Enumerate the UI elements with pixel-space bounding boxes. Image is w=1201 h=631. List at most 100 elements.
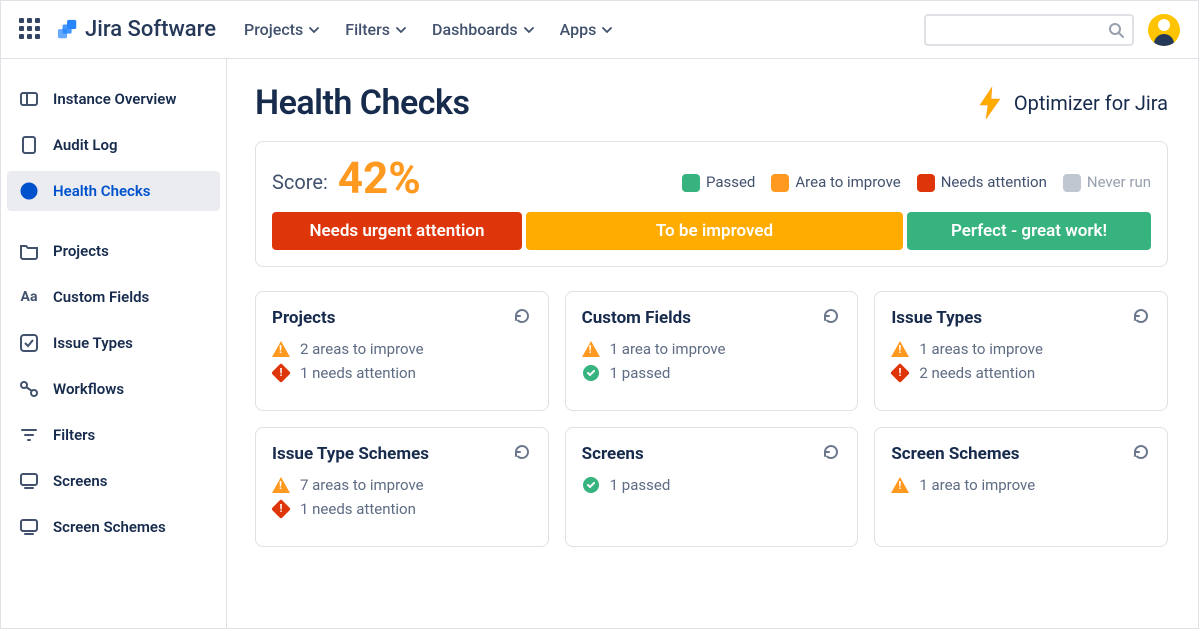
sidebar-item-instance-overview[interactable]: Instance Overview — [7, 79, 220, 119]
document-icon — [19, 135, 39, 155]
chevron-down-icon — [396, 25, 406, 35]
avatar[interactable] — [1148, 14, 1180, 46]
sidebar-item-label: Instance Overview — [53, 90, 176, 108]
optimizer-text: Optimizer for Jira — [1014, 91, 1168, 115]
nav-label: Projects — [244, 20, 303, 39]
stat-text: 1 area to improve — [919, 476, 1035, 494]
stat-text: 2 areas to improve — [300, 340, 424, 358]
text-icon: Aa — [19, 287, 39, 307]
nav-item-dashboards[interactable]: Dashboards — [432, 20, 534, 39]
sidebar-item-label: Issue Types — [53, 334, 133, 352]
refresh-icon[interactable] — [821, 306, 841, 330]
score-label: Score: — [272, 170, 328, 200]
legend-attention: Needs attention — [917, 173, 1047, 192]
sidebar-item-screen-schemes[interactable]: Screen Schemes — [7, 507, 220, 547]
refresh-icon[interactable] — [821, 442, 841, 466]
stat-text: 1 area to improve — [610, 340, 726, 358]
alert-icon — [272, 364, 290, 382]
card-issue-type-schemes[interactable]: Issue Type Schemes 7 areas to improve 1 … — [255, 427, 549, 547]
plus-circle-icon — [19, 181, 39, 201]
sidebar-item-label: Audit Log — [53, 136, 118, 154]
search-input[interactable] — [924, 14, 1134, 46]
folder-icon — [19, 241, 39, 261]
nav-label: Apps — [560, 20, 597, 39]
sidebar-item-projects[interactable]: Projects — [7, 231, 220, 271]
page-title: Health Checks — [255, 83, 469, 123]
sidebar-item-label: Projects — [53, 242, 109, 260]
card-title: Issue Type Schemes — [272, 444, 429, 464]
nav-item-projects[interactable]: Projects — [244, 20, 319, 39]
sidebar-item-issue-types[interactable]: Issue Types — [7, 323, 220, 363]
warning-icon — [272, 340, 290, 358]
chevron-down-icon — [524, 25, 534, 35]
legend-improve: Area to improve — [771, 173, 900, 192]
app-switcher-icon[interactable] — [19, 18, 43, 42]
sidebar-item-audit-log[interactable]: Audit Log — [7, 125, 220, 165]
workflow-icon — [19, 379, 39, 399]
check-icon — [582, 476, 600, 494]
stat-text: 1 areas to improve — [919, 340, 1043, 358]
screen-icon — [19, 517, 39, 537]
refresh-icon[interactable] — [512, 442, 532, 466]
score-bar-red: Needs urgent attention — [272, 212, 522, 250]
sidebar-item-label: Screens — [53, 472, 107, 490]
card-custom-fields[interactable]: Custom Fields 1 area to improve 1 passed — [565, 291, 859, 411]
sidebar-item-custom-fields[interactable]: Aa Custom Fields — [7, 277, 220, 317]
alert-icon — [891, 364, 909, 382]
refresh-icon[interactable] — [1131, 442, 1151, 466]
sidebar-item-filters[interactable]: Filters — [7, 415, 220, 455]
sidebar-item-workflows[interactable]: Workflows — [7, 369, 220, 409]
card-title: Issue Types — [891, 308, 982, 328]
stat-text: 1 needs attention — [300, 500, 416, 518]
card-issue-types[interactable]: Issue Types 1 areas to improve 2 needs a… — [874, 291, 1168, 411]
card-title: Projects — [272, 308, 335, 328]
stat-text: 1 passed — [610, 364, 671, 382]
nav-label: Dashboards — [432, 20, 518, 39]
main-content: Health Checks Optimizer for Jira Score: … — [227, 59, 1198, 628]
checkbox-icon — [19, 333, 39, 353]
card-screen-schemes[interactable]: Screen Schemes 1 area to improve — [874, 427, 1168, 547]
jira-icon — [57, 19, 79, 41]
nav-label: Filters — [345, 20, 390, 39]
warning-icon — [891, 476, 909, 494]
refresh-icon[interactable] — [1131, 306, 1151, 330]
sidebar-item-screens[interactable]: Screens — [7, 461, 220, 501]
overview-icon — [19, 89, 39, 109]
score-bar-green: Perfect - great work! — [907, 212, 1151, 250]
check-icon — [582, 364, 600, 382]
warning-icon — [582, 340, 600, 358]
card-title: Screen Schemes — [891, 444, 1019, 464]
stat-text: 2 needs attention — [919, 364, 1035, 382]
legend-passed: Passed — [682, 173, 755, 192]
screen-icon — [19, 471, 39, 491]
stat-text: 1 passed — [610, 476, 671, 494]
card-title: Custom Fields — [582, 308, 691, 328]
score-bar-orange: To be improved — [526, 212, 903, 250]
brand-text: Jira Software — [85, 17, 216, 42]
warning-icon — [272, 476, 290, 494]
brand[interactable]: Jira Software — [57, 17, 216, 42]
stat-text: 1 needs attention — [300, 364, 416, 382]
sidebar-item-health-checks[interactable]: Health Checks — [7, 171, 220, 211]
sidebar: Instance Overview Audit Log Health Check… — [1, 59, 227, 628]
nav-item-apps[interactable]: Apps — [560, 20, 613, 39]
filter-icon — [19, 425, 39, 445]
alert-icon — [272, 500, 290, 518]
refresh-icon[interactable] — [512, 306, 532, 330]
card-screens[interactable]: Screens 1 passed — [565, 427, 859, 547]
card-projects[interactable]: Projects 2 areas to improve 1 needs atte… — [255, 291, 549, 411]
card-title: Screens — [582, 444, 644, 464]
optimizer-brand: Optimizer for Jira — [972, 85, 1168, 121]
chevron-down-icon — [602, 25, 612, 35]
legend-never: Never run — [1063, 173, 1151, 192]
sidebar-item-label: Filters — [53, 426, 95, 444]
score-panel: Score: 42% Passed Area to improve Needs … — [255, 141, 1168, 267]
warning-icon — [891, 340, 909, 358]
search-icon — [1108, 22, 1124, 38]
nav-item-filters[interactable]: Filters — [345, 20, 406, 39]
score-value: 42% — [338, 156, 421, 200]
bolt-icon — [972, 85, 1008, 121]
stat-text: 7 areas to improve — [300, 476, 424, 494]
sidebar-item-label: Workflows — [53, 380, 124, 398]
sidebar-item-label: Health Checks — [53, 182, 151, 200]
